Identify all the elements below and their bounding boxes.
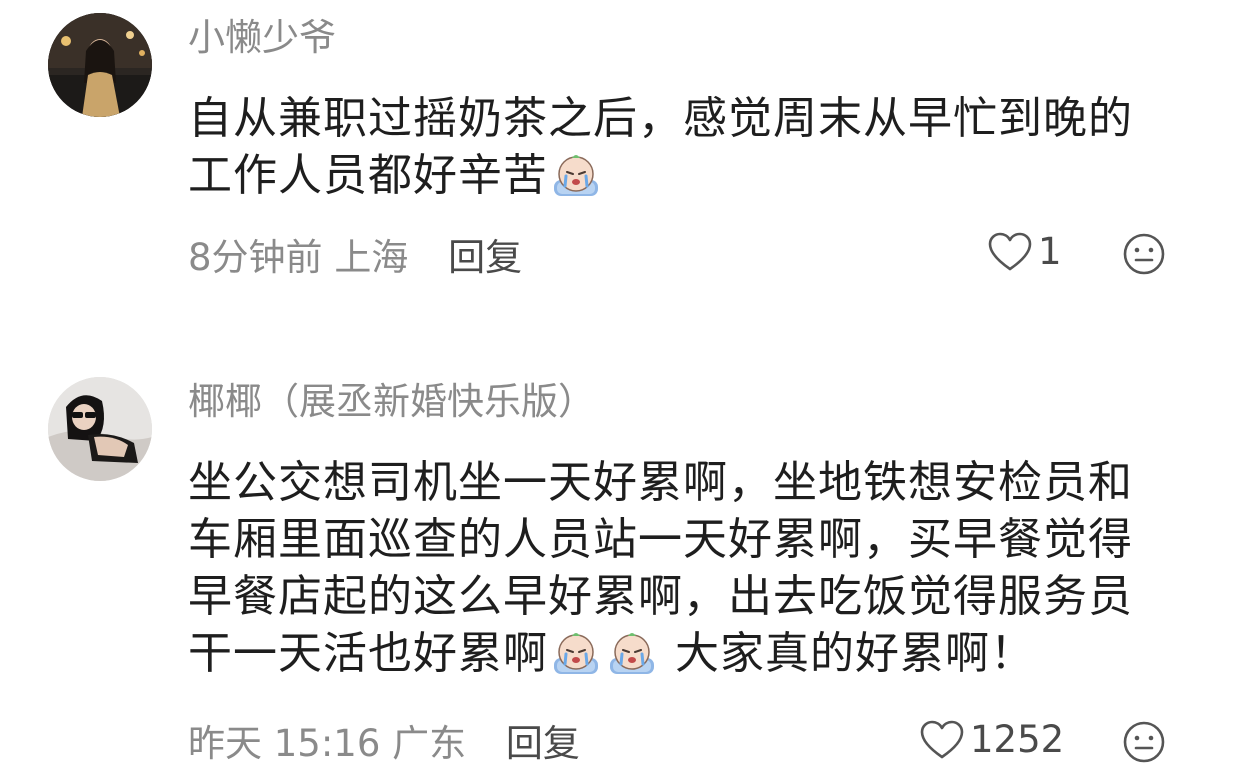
comment-text: 自从兼职过摇奶茶之后，感觉周末从早忙到晚的 工作人员都好辛苦 [188, 90, 1173, 204]
comment-text-line: 干一天活也好累啊 大家真的好累啊！ [188, 625, 1173, 682]
username[interactable]: 椰椰（展丞新婚快乐版） [188, 380, 595, 424]
comment-text-line: 车厢里面巡查的人员站一天好累啊，买早餐觉得 [188, 514, 1133, 565]
comment-meta: 昨天 15:16 广东 回复 [188, 722, 580, 766]
reply-button[interactable]: 回复 [448, 236, 522, 279]
comment-time: 昨天 15:16 [188, 722, 381, 765]
comment-meta: 8分钟前 上海 回复 [188, 236, 522, 280]
avatar[interactable] [48, 377, 152, 481]
comment-text-line: 坐公交想司机坐一天好累啊，坐地铁想安检员和 [188, 457, 1133, 508]
username[interactable]: 小懒少爷 [188, 16, 336, 60]
crying-face-emoji [606, 628, 658, 676]
like-button[interactable]: 1 [988, 230, 1062, 274]
comment-item: 椰椰（展丞新婚快乐版） 坐公交想司机坐一天好累啊，坐地铁想安检员和 车厢里面巡查… [0, 360, 1236, 776]
neutral-face-icon [1122, 721, 1166, 768]
comment-location: 广东 [392, 722, 467, 765]
like-count: 1252 [970, 718, 1065, 761]
dislike-button[interactable] [1122, 720, 1166, 768]
comment-text: 坐公交想司机坐一天好累啊，坐地铁想安检员和 车厢里面巡查的人员站一天好累啊，买早… [188, 454, 1173, 682]
comment-text-span: 工作人员都好辛苦 [188, 150, 548, 201]
comment-time: 8分钟前 [188, 236, 323, 279]
neutral-face-icon [1122, 233, 1166, 280]
like-count: 1 [1038, 230, 1062, 273]
comment-text-line: 自从兼职过摇奶茶之后，感觉周末从早忙到晚的 [188, 93, 1133, 144]
avatar[interactable] [48, 13, 152, 117]
like-button[interactable]: 1252 [920, 718, 1064, 762]
comment-text-span: 大家真的好累啊！ [675, 628, 1035, 679]
comment-text-line: 早餐店起的这么早好累啊，出去吃饭觉得服务员 [188, 571, 1133, 622]
crying-face-emoji [550, 628, 602, 676]
reply-button[interactable]: 回复 [506, 722, 580, 765]
comment-text-line: 工作人员都好辛苦 [188, 147, 1173, 204]
crying-face-emoji [550, 150, 602, 198]
comment-location: 上海 [334, 236, 409, 279]
comment-item: 小懒少爷 自从兼职过摇奶茶之后，感觉周末从早忙到晚的 工作人员都好辛苦 8分钟前… [0, 0, 1236, 330]
dislike-button[interactable] [1122, 232, 1166, 280]
heart-outline-icon [920, 720, 964, 760]
comment-text-span: 干一天活也好累啊 [188, 628, 548, 679]
heart-outline-icon [988, 232, 1032, 272]
